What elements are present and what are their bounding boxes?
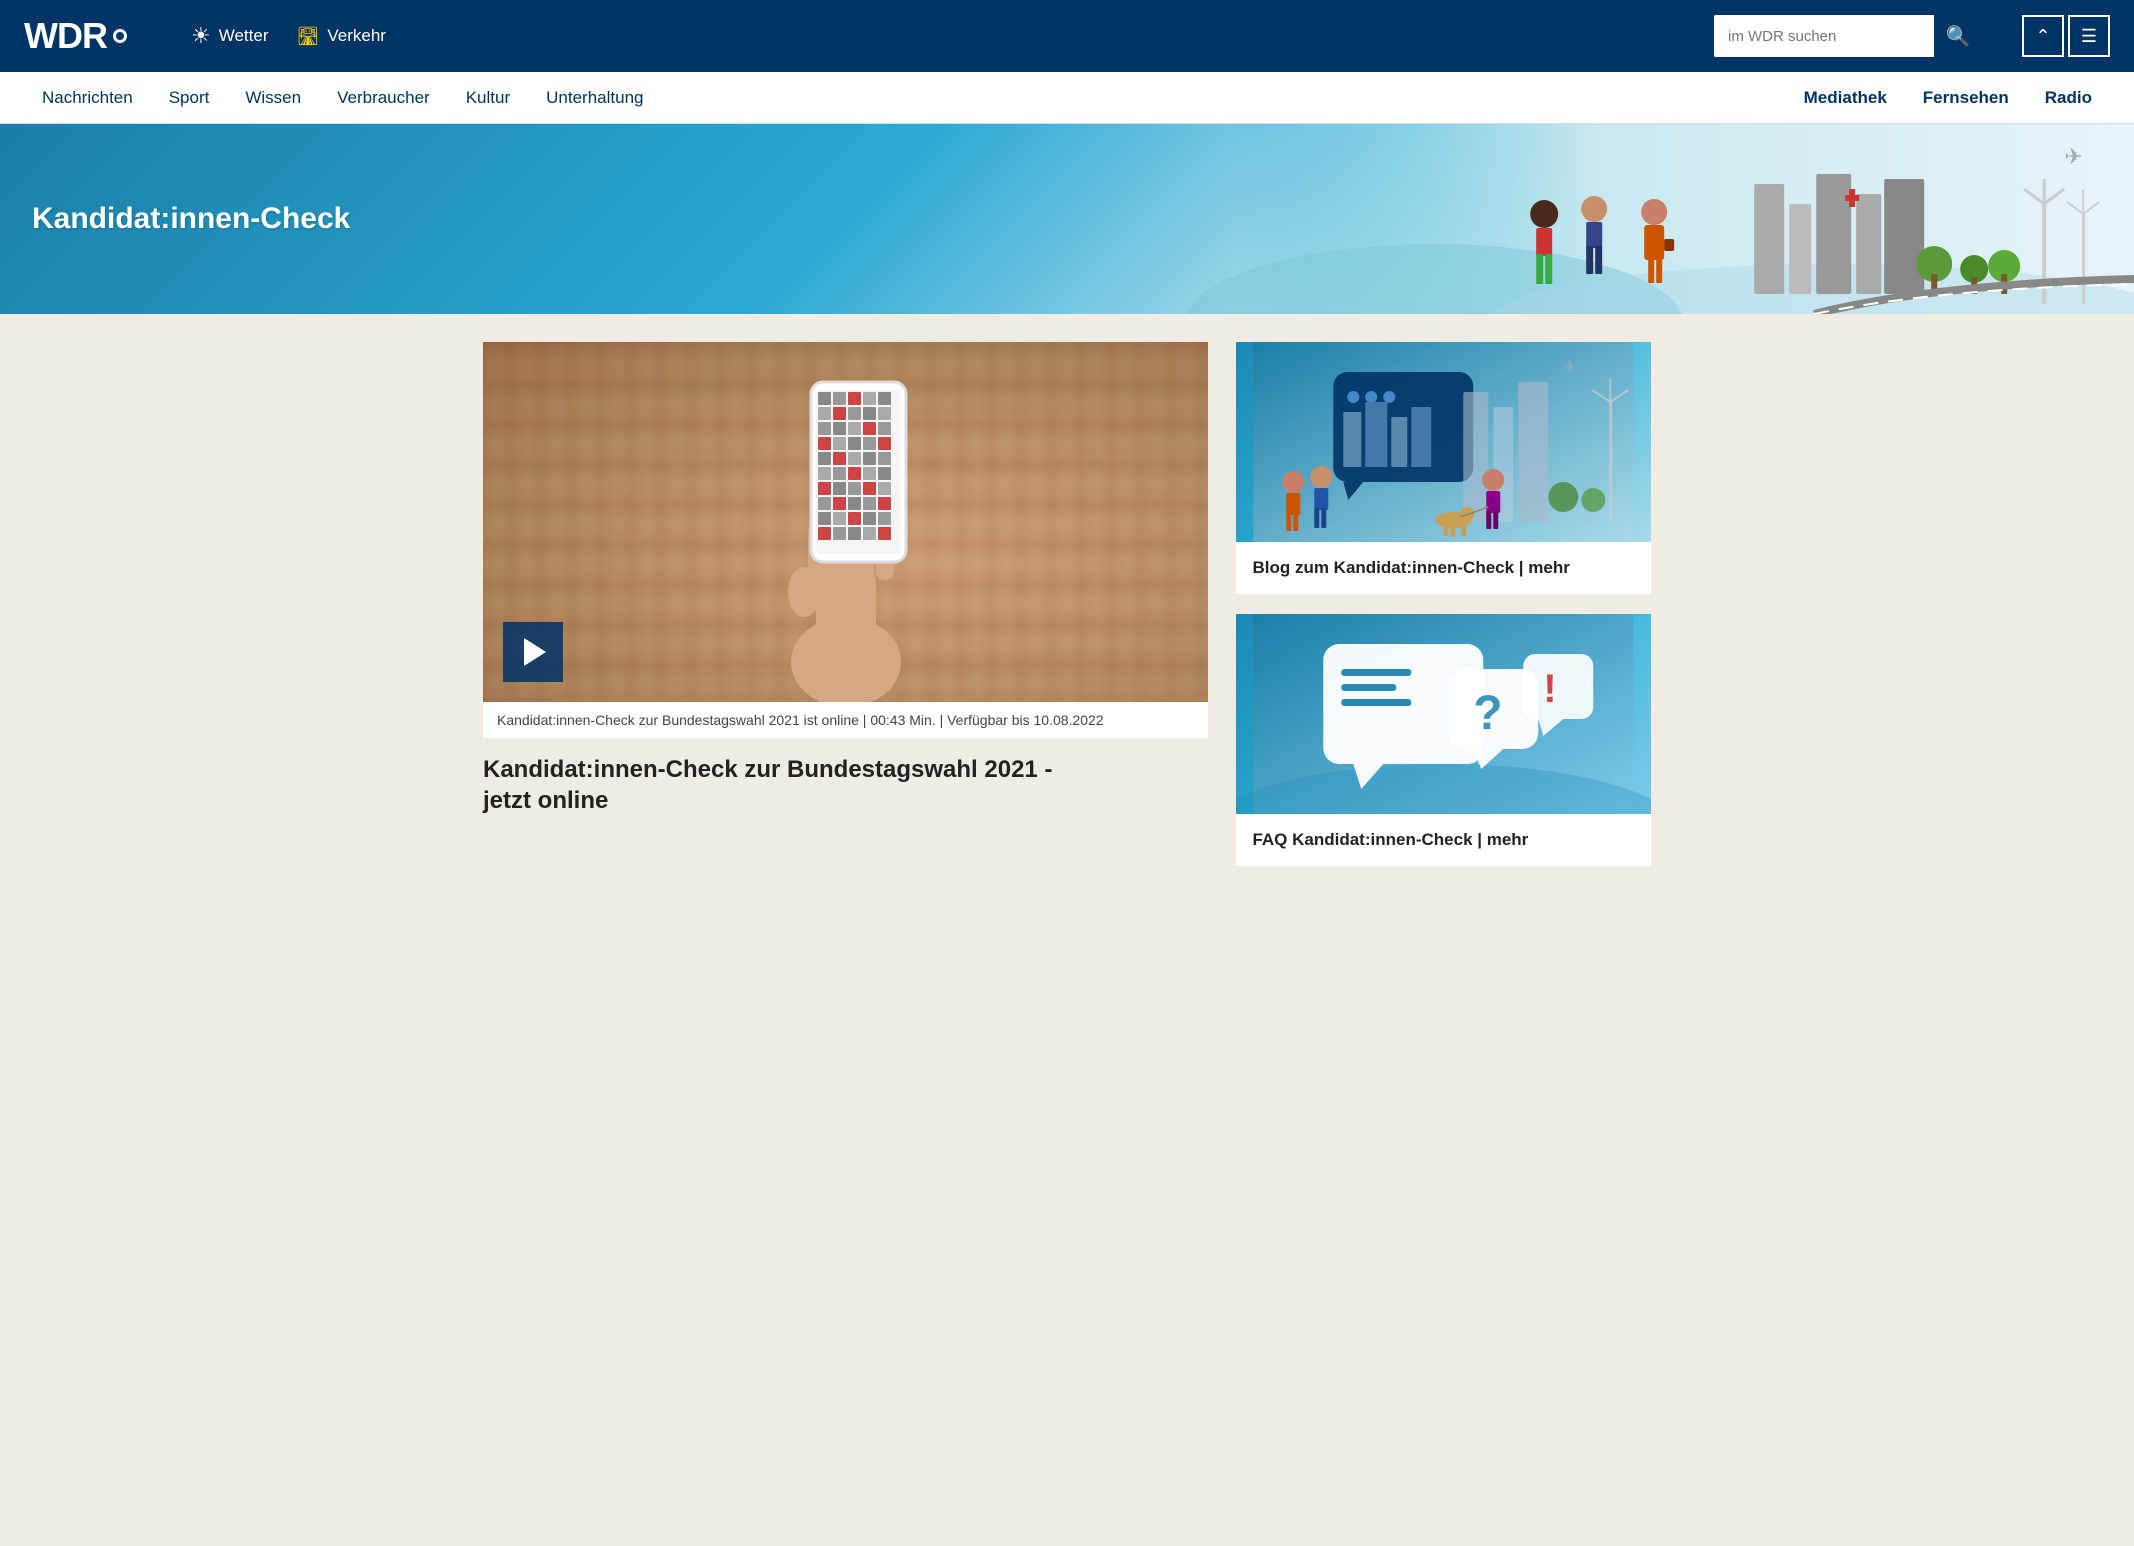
nav-mediathek[interactable]: Mediathek xyxy=(1786,72,1905,124)
video-card: Kandidat:innen-Check zur Bundestagswahl … xyxy=(483,342,1208,738)
video-thumb-inner xyxy=(483,342,1208,702)
nav-unterhaltung[interactable]: Unterhaltung xyxy=(528,72,661,124)
blog-illustration: ✈ xyxy=(1236,342,1651,542)
hamburger-icon: ☰ xyxy=(2081,26,2097,47)
hero-title: Kandidat:innen-Check xyxy=(32,202,350,236)
nav-links: Nachrichten Sport Wissen Verbraucher Kul… xyxy=(24,72,661,124)
city-illustration: ✈ xyxy=(427,124,2134,314)
search-button[interactable]: 🔍 xyxy=(1934,15,1982,57)
nav-media-links: Mediathek Fernsehen Radio xyxy=(1786,72,2110,124)
phone-container xyxy=(736,342,956,702)
svg-text:✈: ✈ xyxy=(1564,359,1577,376)
video-thumbnail[interactable] xyxy=(483,342,1208,702)
nav-fernsehen[interactable]: Fernsehen xyxy=(1905,72,2027,124)
svg-text:!: ! xyxy=(1544,667,1557,711)
faq-illustration: ? ! xyxy=(1236,614,1651,814)
traffic-icon: 🛣 xyxy=(296,26,319,47)
logo-circle xyxy=(113,29,127,43)
hero-banner: Kandidat:innen-Check xyxy=(0,124,2134,314)
video-headline: Kandidat:innen-Check zur Bundestagswahl … xyxy=(483,738,1208,816)
menu-button[interactable]: ☰ xyxy=(2068,15,2110,57)
svg-text:?: ? xyxy=(1474,687,1503,740)
nav-wissen[interactable]: Wissen xyxy=(227,72,319,124)
search-input[interactable] xyxy=(1714,15,1934,57)
nav-radio[interactable]: Radio xyxy=(2027,72,2110,124)
traffic-link[interactable]: 🛣 Verkehr xyxy=(296,26,385,47)
play-icon xyxy=(524,638,546,666)
side-card-blog[interactable]: ✈ xyxy=(1236,342,1651,594)
main-right: ✈ xyxy=(1236,342,1651,866)
chevron-up-icon: ⌃ xyxy=(2035,26,2050,47)
search-bar: 🔍 xyxy=(1714,15,1982,57)
blog-card-image: ✈ xyxy=(1236,342,1651,542)
header-top: WDR ☀ Wetter 🛣 Verkehr 🔍 ⌃ ☰ xyxy=(0,0,2134,72)
main-content: Kandidat:innen-Check zur Bundestagswahl … xyxy=(467,314,1667,894)
weather-icon: ☀ xyxy=(191,23,211,49)
nav-nachrichten[interactable]: Nachrichten xyxy=(24,72,151,124)
nav-sport[interactable]: Sport xyxy=(151,72,228,124)
search-icon: 🔍 xyxy=(1946,24,1971,49)
hand-svg xyxy=(736,362,956,702)
video-meta: Kandidat:innen-Check zur Bundestagswahl … xyxy=(483,702,1208,738)
main-nav: Nachrichten Sport Wissen Verbraucher Kul… xyxy=(0,72,2134,124)
nav-verbraucher[interactable]: Verbraucher xyxy=(319,72,448,124)
header-icons: ⌃ ☰ xyxy=(2022,15,2110,57)
collapse-button[interactable]: ⌃ xyxy=(2022,15,2064,57)
wdr-logo[interactable]: WDR xyxy=(24,15,127,57)
nav-kultur[interactable]: Kultur xyxy=(448,72,528,124)
weather-link[interactable]: ☀ Wetter xyxy=(191,23,269,49)
faq-card-title: FAQ Kandidat:innen-Check | mehr xyxy=(1236,814,1651,866)
blog-card-title: Blog zum Kandidat:innen-Check | mehr xyxy=(1236,542,1651,594)
svg-text:✈: ✈ xyxy=(2064,144,2082,169)
main-left: Kandidat:innen-Check zur Bundestagswahl … xyxy=(483,342,1208,866)
play-button[interactable] xyxy=(503,622,563,682)
side-card-faq[interactable]: ? ! FAQ Kandidat:innen-Check | mehr xyxy=(1236,614,1651,866)
top-nav: ☀ Wetter 🛣 Verkehr xyxy=(191,23,386,49)
faq-card-image: ? ! xyxy=(1236,614,1651,814)
